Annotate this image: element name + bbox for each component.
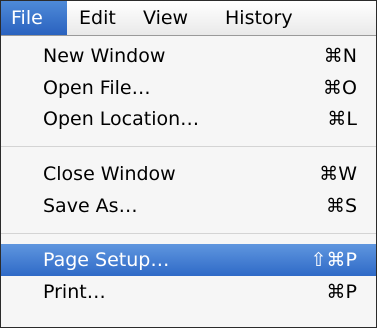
menu-screenshot-frame: File Edit View History New Window ⌘N Ope…: [0, 0, 377, 328]
menu-item-save-as[interactable]: Save As… ⌘S: [1, 190, 376, 222]
menu-item-label: Print…: [43, 281, 106, 303]
menu-item-label: Close Window: [43, 163, 176, 185]
menu-item-label: Page Setup…: [43, 249, 170, 271]
menu-item-page-setup[interactable]: Page Setup… ⇧⌘P: [1, 244, 376, 276]
menu-bar-view[interactable]: View: [133, 1, 203, 35]
menu-item-label: Open File…: [43, 77, 151, 99]
menu-item-print[interactable]: Print… ⌘P: [1, 276, 376, 308]
menu-item-shortcut: ⌘S: [325, 195, 357, 217]
menu-item-shortcut: ⌘W: [319, 163, 357, 185]
menu-item-open-file[interactable]: Open File… ⌘O: [1, 72, 376, 104]
menu-item-new-window[interactable]: New Window ⌘N: [1, 40, 376, 72]
menu-bar: File Edit View History: [1, 1, 376, 36]
file-menu-dropdown: New Window ⌘N Open File… ⌘O Open Locatio…: [1, 36, 376, 327]
menu-item-shortcut: ⇧⌘P: [310, 249, 357, 271]
menu-item-shortcut: ⌘P: [326, 281, 357, 303]
menu-separator: [1, 233, 376, 234]
menu-item-label: Open Location…: [43, 108, 200, 130]
menu-bar-edit[interactable]: Edit: [69, 1, 129, 35]
menu-separator: [1, 146, 376, 147]
menu-item-shortcut: ⌘O: [323, 77, 357, 99]
menu-bar-file[interactable]: File: [1, 1, 67, 35]
menu-item-shortcut: ⌘N: [323, 45, 357, 67]
menu-item-label: Save As…: [43, 195, 138, 217]
menu-bar-history[interactable]: History: [215, 1, 335, 35]
menu-item-open-location[interactable]: Open Location… ⌘L: [1, 103, 376, 135]
menu-item-close-window[interactable]: Close Window ⌘W: [1, 158, 376, 190]
menu-item-shortcut: ⌘L: [327, 108, 357, 130]
menu-item-label: New Window: [43, 45, 166, 67]
